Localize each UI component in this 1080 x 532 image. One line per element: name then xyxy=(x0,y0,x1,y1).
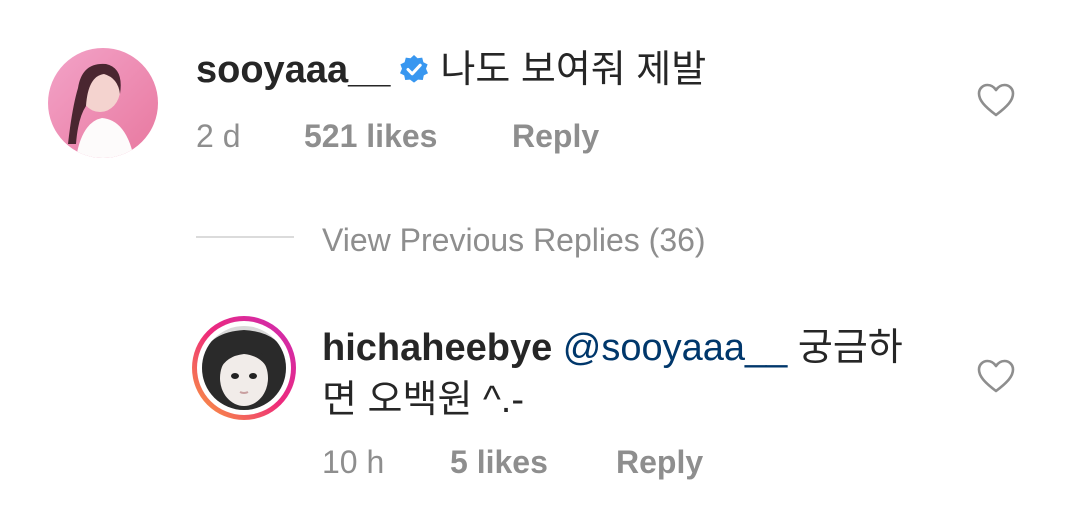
avatar-story-ring[interactable] xyxy=(192,316,296,420)
timestamp: 10 h xyxy=(322,444,385,480)
reply-button[interactable]: Reply xyxy=(616,442,703,482)
comment-meta: 2 d 521 likes Reply xyxy=(196,116,599,156)
avatar[interactable] xyxy=(48,48,158,158)
likes-count[interactable]: 5 likes xyxy=(450,442,616,482)
reply-text: 궁금하 xyxy=(797,327,903,369)
reply-meta: 10 h 5 likes Reply xyxy=(322,442,703,482)
mention-link[interactable]: @sooyaaa__ xyxy=(563,327,788,369)
view-previous-replies-label[interactable]: View Previous Replies (36) xyxy=(322,220,706,260)
timestamp: 2 d xyxy=(196,118,241,154)
heart-outline-icon[interactable] xyxy=(976,358,1016,399)
reply-text-continued: 면 오백원 ^.- xyxy=(322,379,524,421)
avatar-photo xyxy=(48,48,158,158)
comment-text: 나도 보여줘 제발 xyxy=(440,49,707,91)
reply-text-line-1: hichaheebye @sooyaaa__ 궁금하 xyxy=(322,326,903,370)
heart-outline-icon[interactable] xyxy=(976,82,1016,123)
likes-count[interactable]: 521 likes xyxy=(304,116,512,156)
reply-text-line-2: 면 오백원 ^.- xyxy=(322,378,524,422)
username[interactable]: hichaheebye xyxy=(322,327,552,369)
reply-button[interactable]: Reply xyxy=(512,116,599,156)
verified-badge-icon xyxy=(398,52,430,96)
avatar-photo xyxy=(202,326,286,410)
comment-text-line: sooyaaa__ 나도 보여줘 제발 xyxy=(196,48,706,96)
replies-divider xyxy=(196,236,294,238)
username[interactable]: sooyaaa__ xyxy=(196,49,390,91)
